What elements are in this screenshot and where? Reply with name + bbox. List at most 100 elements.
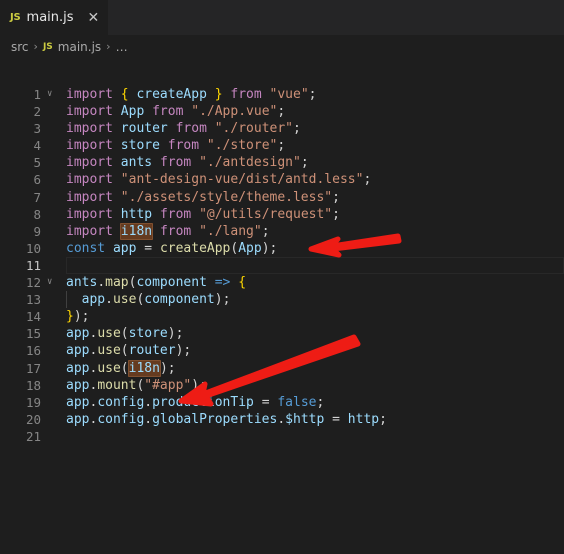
breadcrumb-item-symbols[interactable]: … [116, 40, 128, 54]
code-token: app [66, 411, 90, 427]
code-text: }); [66, 308, 564, 325]
editor-tab-label: main.js [26, 10, 74, 25]
code-token: "./lang" [199, 223, 262, 239]
code-token: createApp [136, 87, 207, 102]
code-text: app.use(component); [66, 291, 564, 308]
code-line[interactable]: 5 import ants from "./antdesign"; [0, 154, 564, 171]
line-number: 14 [25, 309, 41, 325]
code-token: ) [191, 377, 200, 393]
line-number: 18 [25, 377, 41, 393]
code-token: "vue" [269, 87, 309, 102]
code-line[interactable]: 4 import store from "./store"; [0, 137, 564, 154]
code-token: from [230, 87, 262, 102]
code-token: ; [332, 206, 340, 222]
code-line[interactable]: 13 app.use(component); [0, 291, 564, 309]
code-line[interactable]: 15 app.use(store); [0, 325, 564, 342]
js-file-icon: JS [10, 12, 21, 23]
code-token: . [97, 275, 106, 291]
code-token: "./router" [214, 121, 294, 137]
code-line[interactable]: 14}); [0, 308, 564, 325]
code-token: } [66, 309, 74, 325]
code-token: ; [308, 87, 317, 102]
code-line[interactable]: 2 import App from "./App.vue"; [0, 103, 564, 120]
chevron-down-icon[interactable]: ∨ [47, 86, 59, 103]
code-token: app [112, 240, 137, 256]
code-token: . [105, 292, 113, 308]
line-number: 3 [33, 121, 41, 137]
code-text: app.use(store); [66, 325, 564, 342]
code-line[interactable]: 19 app.config.productionTip = false; [0, 394, 564, 411]
code-text: const app = createApp(App); [66, 240, 564, 257]
code-token: router [128, 343, 176, 359]
breadcrumb-item-main-js[interactable]: JS main.js [43, 40, 101, 54]
code-token: from [152, 104, 184, 120]
line-number: 8 [33, 206, 41, 222]
code-line[interactable]: 1 ∨ import { createApp } from "vue"; [0, 86, 564, 103]
chevron-right-icon: › [106, 40, 111, 53]
line-number: 12 [25, 275, 41, 291]
code-token: const [66, 240, 106, 256]
code-token: import [66, 87, 113, 102]
code-token: ants [120, 155, 153, 171]
code-line[interactable]: 20 app.config.globalProperties.$http = ht… [0, 411, 564, 428]
code-line[interactable]: 21 [0, 428, 564, 445]
highlighted-symbol[interactable]: i18n [127, 359, 161, 377]
code-token: => [214, 275, 231, 291]
code-token: ; [332, 189, 340, 205]
code-line[interactable]: 11 [0, 256, 564, 275]
code-text: import "ant-design-vue/dist/antd.less"; [66, 171, 564, 188]
code-token: App [120, 104, 145, 120]
close-icon[interactable]: ✕ [88, 11, 100, 25]
code-token: ; [261, 223, 270, 239]
code-token: ; [300, 155, 309, 171]
code-editor[interactable]: 1 ∨ import { createApp } from "vue"; 2 impor… [0, 58, 564, 554]
code-line[interactable]: 6 import "ant-design-vue/dist/antd.less"; [0, 171, 564, 188]
code-line[interactable]: 16 app.use(router); [0, 342, 564, 359]
code-token: ; [363, 172, 372, 188]
code-token: component [136, 275, 207, 291]
code-text: import router from "./router"; [66, 120, 564, 137]
line-number: 4 [33, 138, 41, 154]
code-line[interactable]: 18 app.mount("#app"); [0, 377, 564, 394]
code-line[interactable]: 12 ∨ ants.map(component => { [0, 274, 564, 291]
code-token: ; [81, 309, 90, 325]
code-token: ; [222, 292, 231, 308]
highlighted-symbol[interactable]: i18n [119, 222, 154, 240]
line-number: 16 [25, 343, 41, 359]
code-token: from [159, 206, 192, 222]
code-line[interactable]: 8 import http from "@/utils/request"; [0, 206, 564, 223]
line-number: 21 [25, 428, 41, 444]
code-token: from [175, 121, 207, 137]
code-token: productionTip [152, 394, 254, 410]
code-lines-container: 1 ∨ import { createApp } from "vue"; 2 impor… [0, 86, 564, 445]
code-token: ( [120, 343, 129, 359]
code-token: "./App.vue" [191, 104, 278, 120]
vscode-editor-window: JS main.js ✕ src › JS main.js › … 1 ∨ impo… [0, 0, 564, 554]
code-token: false [277, 394, 317, 410]
code-token: ; [199, 377, 207, 393]
code-line[interactable]: 7 import "./assets/style/theme.less"; [0, 189, 564, 206]
editor-tab-main-js[interactable]: JS main.js ✕ [0, 0, 109, 35]
chevron-down-icon[interactable]: ∨ [47, 274, 59, 291]
code-line[interactable]: 3 import router from "./router"; [0, 120, 564, 137]
breadcrumb-item-src[interactable]: src [11, 40, 29, 54]
code-line[interactable]: 17 app.use(i18n); [0, 359, 564, 377]
code-token: = [144, 240, 153, 256]
code-line[interactable]: 9 import i18n from "./lang"; [0, 222, 564, 240]
code-line[interactable]: 10 const app = createApp(App); [0, 240, 564, 257]
